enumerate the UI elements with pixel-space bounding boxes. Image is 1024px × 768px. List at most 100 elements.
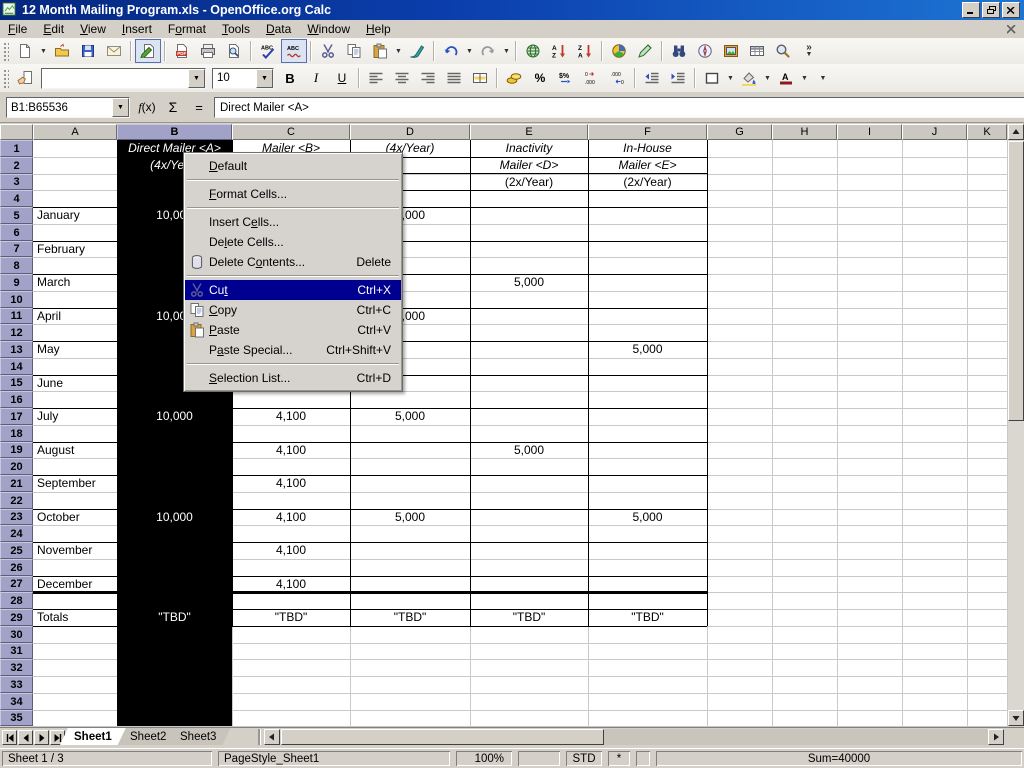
increase-indent[interactable] [665,66,691,90]
column-header-c[interactable]: C [232,124,350,140]
column-header-b[interactable]: B [117,124,232,140]
cell-c25[interactable]: 4,100 [233,543,349,558]
cell-c17[interactable]: 4,100 [233,409,349,424]
row-header-19[interactable]: 19 [0,442,33,458]
context-menu-item-paste[interactable]: PasteCtrl+V [185,320,401,340]
cell-a17[interactable]: July [34,409,119,424]
row-header-34[interactable]: 34 [0,693,33,710]
context-menu-item-cut[interactable]: CutCtrl+X [185,280,401,300]
justified[interactable] [441,66,467,90]
row-header-16[interactable]: 16 [0,391,33,408]
decrease-indent[interactable] [639,66,665,90]
align-left[interactable] [363,66,389,90]
row-header-30[interactable]: 30 [0,626,33,643]
cell-f23[interactable]: 5,000 [589,510,706,525]
select-all-corner[interactable] [0,124,33,140]
row-header-7[interactable]: 7 [0,241,33,257]
delete-decimal[interactable]: .0000 [605,66,631,90]
cell-a23[interactable]: October [34,510,119,525]
undo[interactable] [438,39,464,63]
restore-button[interactable] [982,2,1000,18]
gallery[interactable] [718,39,744,63]
menu-help[interactable]: Help [358,21,399,37]
cell-e3[interactable]: (2x/Year) [471,175,587,190]
show-draw-functions[interactable] [632,39,658,63]
formula-input[interactable]: Direct Mailer <A> [214,97,1024,118]
cell-a19[interactable]: August [34,443,119,458]
context-menu-item-copy[interactable]: CopyCtrl+C [185,300,401,320]
minimize-button[interactable] [962,2,980,18]
find-replace[interactable] [666,39,692,63]
row-header-27[interactable]: 27 [0,576,33,592]
row-header-25[interactable]: 25 [0,542,33,559]
row-header-24[interactable]: 24 [0,525,33,542]
cell-f29[interactable]: "TBD" [589,610,706,625]
navigator[interactable] [692,39,718,63]
menu-format[interactable]: Format [160,21,214,37]
row-header-8[interactable]: 8 [0,257,33,274]
hscroll-right-icon[interactable] [988,729,1004,745]
redo-dropdown[interactable]: ▼ [501,40,512,62]
cell-d29[interactable]: "TBD" [351,610,469,625]
copy[interactable] [341,39,367,63]
font-name-combo-dropdown-icon[interactable]: ▼ [188,69,205,88]
scroll-down-icon[interactable] [1008,710,1024,726]
bold[interactable]: B [277,66,303,90]
status-sheet[interactable]: Sheet 1 / 3 [2,751,212,766]
menu-tools[interactable]: Tools [214,21,258,37]
background-color-dropdown[interactable]: ▼ [762,67,773,89]
row-header-3[interactable]: 3 [0,174,33,190]
auto-spellcheck[interactable]: ABC [281,39,307,63]
cut[interactable] [315,39,341,63]
cell-f1[interactable]: In-House [589,141,706,156]
row-header-4[interactable]: 4 [0,190,33,207]
status-sum[interactable]: Sum=40000 [656,751,1022,766]
format-paintbrush[interactable] [404,39,430,63]
row-header-20[interactable]: 20 [0,458,33,475]
insert-chart[interactable] [606,39,632,63]
sort-ascending[interactable]: AZ [546,39,572,63]
cell-a15[interactable]: June [34,376,119,391]
column-header-d[interactable]: D [350,124,470,140]
save[interactable] [75,39,101,63]
cell-c19[interactable]: 4,100 [233,443,349,458]
cell-e29[interactable]: "TBD" [471,610,587,625]
tab-first-icon[interactable] [2,730,17,745]
cell-a29[interactable]: Totals [34,610,119,625]
cell-e1[interactable]: Inactivity [471,141,587,156]
context-menu-item-insert-cells[interactable]: Insert Cells... [185,212,401,232]
apply-style[interactable] [12,66,38,90]
column-header-j[interactable]: J [902,124,967,140]
row-header-18[interactable]: 18 [0,425,33,442]
row-header-28[interactable]: 28 [0,592,33,609]
close-document-icon[interactable] [1004,22,1018,36]
vertical-scroll-thumb[interactable] [1008,141,1024,421]
column-header-g[interactable]: G [707,124,772,140]
align-right[interactable] [415,66,441,90]
page-preview[interactable] [221,39,247,63]
standard-format[interactable]: $% [553,66,579,90]
edit-file[interactable] [135,39,161,63]
spellcheck[interactable]: ABC [255,39,281,63]
hyperlink[interactable] [520,39,546,63]
cell-c29[interactable]: "TBD" [233,610,349,625]
menu-view[interactable]: View [72,21,114,37]
menu-data[interactable]: Data [258,21,299,37]
row-header-9[interactable]: 9 [0,274,33,291]
underline[interactable]: U [329,66,355,90]
cell-a9[interactable]: March [34,275,119,290]
italic[interactable]: I [303,66,329,90]
cell-e9[interactable]: 5,000 [471,275,587,290]
context-menu-item-selection-list[interactable]: Selection List...Ctrl+D [185,368,401,388]
cell-a5[interactable]: January [34,208,119,223]
column-header-f[interactable]: F [588,124,707,140]
row-header-21[interactable]: 21 [0,475,33,492]
cell-f2[interactable]: Mailer <E> [589,158,706,173]
font-color-dropdown[interactable]: ▼ [799,67,810,89]
merge-cells[interactable] [467,66,493,90]
send-email[interactable] [101,39,127,63]
row-header-26[interactable]: 26 [0,559,33,576]
font-size-combo-dropdown-icon[interactable]: ▼ [256,69,273,88]
cell-a27[interactable]: December [34,577,119,592]
column-header-h[interactable]: H [772,124,837,140]
